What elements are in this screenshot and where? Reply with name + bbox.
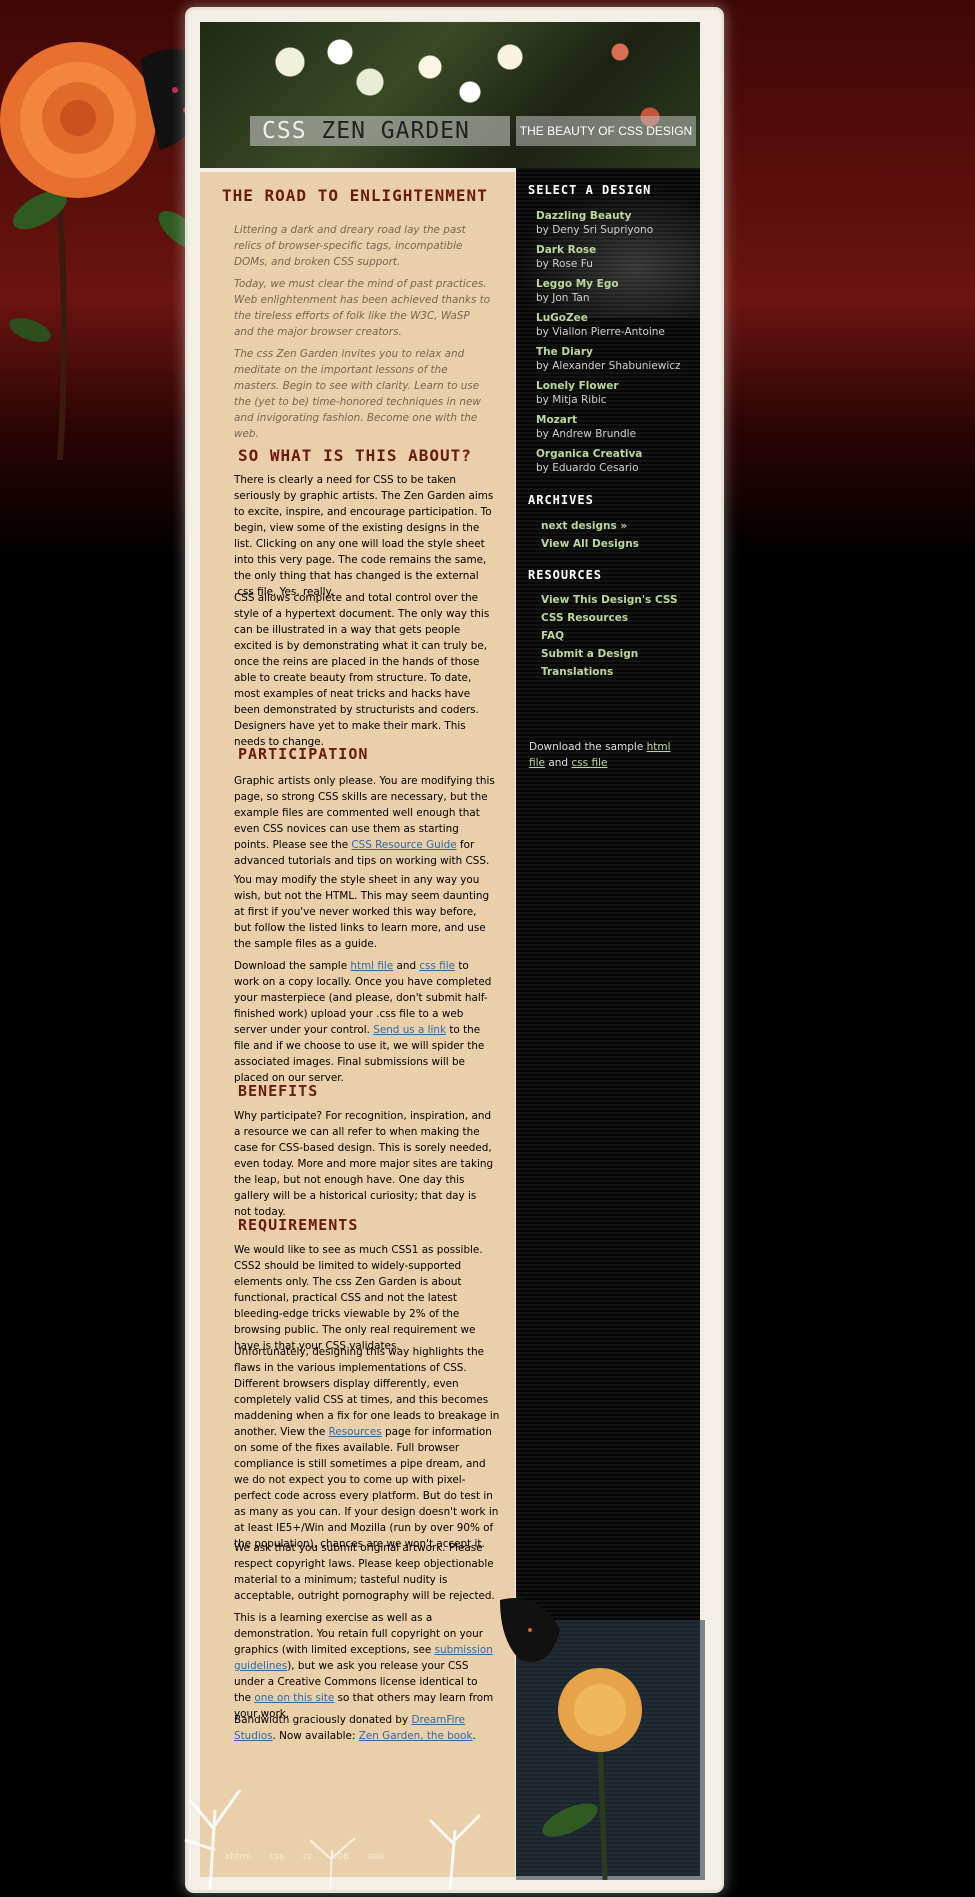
design-author: by Eduardo Cesario [536, 462, 639, 474]
site-tagline: THE BEAUTY OF CSS DESIGN [516, 116, 696, 146]
participation-p3-text-a: Download the sample [234, 960, 351, 972]
about-paragraph-2: CSS allows complete and total control ov… [234, 592, 490, 748]
design-link[interactable]: Organica Creativa [536, 448, 642, 460]
about-heading: SO WHAT IS THIS ABOUT? [238, 446, 472, 465]
next-designs-link[interactable]: next designs » [541, 520, 627, 532]
requirements-p5-text-a: Bandwidth graciously donated by [234, 1714, 412, 1726]
select-design-heading: SELECT A DESIGN [528, 183, 652, 197]
design-author: by Viallon Pierre-Antoine [536, 326, 665, 338]
intro-paragraph-1: Littering a dark and dreary road lay the… [234, 224, 466, 268]
participation-paragraph-2: You may modify the style sheet in any wa… [234, 874, 490, 950]
css-resources-link[interactable]: CSS Resources [541, 612, 628, 624]
design-author: by Rose Fu [536, 258, 593, 270]
design-link[interactable]: LuGoZee [536, 312, 665, 324]
design-link[interactable]: Dazzling Beauty [536, 210, 653, 222]
design-link[interactable]: Dark Rose [536, 244, 596, 256]
benefits-heading: BENEFITS [238, 1082, 319, 1100]
requirements-paragraph-1: We would like to see as much CSS1 as pos… [234, 1244, 483, 1352]
design-item[interactable]: Mozart by Andrew Brundle [536, 414, 636, 440]
design-item[interactable]: LuGoZee by Viallon Pierre-Antoine [536, 312, 665, 338]
rose-butterfly-decoration-icon [500, 1598, 705, 1880]
site-title: CSS ZEN GARDEN [250, 116, 510, 146]
footer-links: xhtml css cc 508 aaa [225, 1852, 400, 1862]
sidebar-download-text-a: Download the sample [529, 741, 647, 753]
design-author: by Andrew Brundle [536, 428, 637, 440]
intro-heading: THE ROAD TO ENLIGHTENMENT [222, 186, 488, 205]
design-link[interactable]: Lonely Flower [536, 380, 619, 392]
design-item[interactable]: Lonely Flower by Mitja Ribic [536, 380, 619, 406]
footer-link-css[interactable]: css [270, 1852, 284, 1862]
translations-link[interactable]: Translations [541, 666, 613, 678]
requirements-heading: REQUIREMENTS [238, 1216, 359, 1234]
html-file-link[interactable]: html file [350, 960, 393, 972]
requirements-paragraph-2: Unfortunately, designing this way highli… [234, 1344, 500, 1552]
requirements-p2-text-b: page for information on some of the fixe… [234, 1426, 499, 1550]
design-item[interactable]: Dazzling Beauty by Deny Sri Supriyono [536, 210, 653, 236]
send-us-a-link[interactable]: Send us a link [373, 1024, 446, 1036]
title-word-zen: ZEN GARDEN [321, 118, 470, 144]
design-author: by Deny Sri Supriyono [536, 224, 654, 236]
intro-paragraph-3: The css Zen Garden invites you to relax … [234, 348, 481, 440]
intro-paragraph-2: Today, we must clear the mind of past pr… [234, 278, 491, 338]
design-author: by Alexander Shabuniewicz [536, 360, 681, 372]
view-design-css-link[interactable]: View This Design's CSS [541, 594, 678, 606]
css-file-link[interactable]: css file [419, 960, 455, 972]
benefits-paragraph: Why participate? For recognition, inspir… [234, 1110, 494, 1218]
license-link[interactable]: one on this site [254, 1692, 334, 1704]
footer-link-508[interactable]: 508 [332, 1852, 349, 1862]
view-all-designs-link[interactable]: View All Designs [541, 538, 639, 550]
requirements-p2-text-a: Unfortunately, designing this way highli… [234, 1346, 500, 1438]
footer-link-cc[interactable]: cc [303, 1852, 313, 1862]
participation-heading: PARTICIPATION [238, 745, 369, 763]
requirements-paragraph-3: We ask that you submit original artwork.… [234, 1542, 495, 1602]
sidebar-css-file-link[interactable]: css file [571, 757, 607, 769]
faq-link[interactable]: FAQ [541, 630, 564, 642]
participation-paragraph-3: Download the sample html file and css fi… [234, 958, 496, 1086]
design-link[interactable]: Leggo My Ego [536, 278, 619, 290]
title-word-css: CSS [262, 118, 307, 144]
sidebar-download-text-b: and [545, 757, 572, 769]
about-paragraph-1: There is clearly a need for CSS to be ta… [234, 474, 494, 598]
design-author: by Jon Tan [536, 292, 590, 304]
design-author: by Mitja Ribic [536, 394, 607, 406]
design-link[interactable]: The Diary [536, 346, 681, 358]
sidebar-download: Download the sample html file and css fi… [529, 739, 689, 771]
resources-heading: RESOURCES [528, 568, 603, 582]
header-image [200, 22, 700, 168]
design-link[interactable]: Mozart [536, 414, 636, 426]
design-item[interactable]: Dark Rose by Rose Fu [536, 244, 596, 270]
footer-link-xhtml[interactable]: xhtml [225, 1852, 251, 1862]
trees-decoration-icon [184, 1789, 482, 1890]
design-item[interactable]: The Diary by Alexander Shabuniewicz [536, 346, 681, 372]
participation-p3-text-b: and [393, 960, 420, 972]
css-resource-guide-link[interactable]: CSS Resource Guide [351, 839, 456, 851]
design-item[interactable]: Leggo My Ego by Jon Tan [536, 278, 619, 304]
participation-paragraph-1: Graphic artists only please. You are mod… [234, 773, 496, 869]
submit-design-link[interactable]: Submit a Design [541, 648, 638, 660]
requirements-paragraph-4: This is a learning exercise as well as a… [234, 1610, 496, 1722]
design-item[interactable]: Organica Creativa by Eduardo Cesario [536, 448, 642, 474]
archives-heading: ARCHIVES [528, 493, 594, 507]
resources-link[interactable]: Resources [329, 1426, 382, 1438]
footer-link-aaa[interactable]: aaa [368, 1852, 385, 1862]
